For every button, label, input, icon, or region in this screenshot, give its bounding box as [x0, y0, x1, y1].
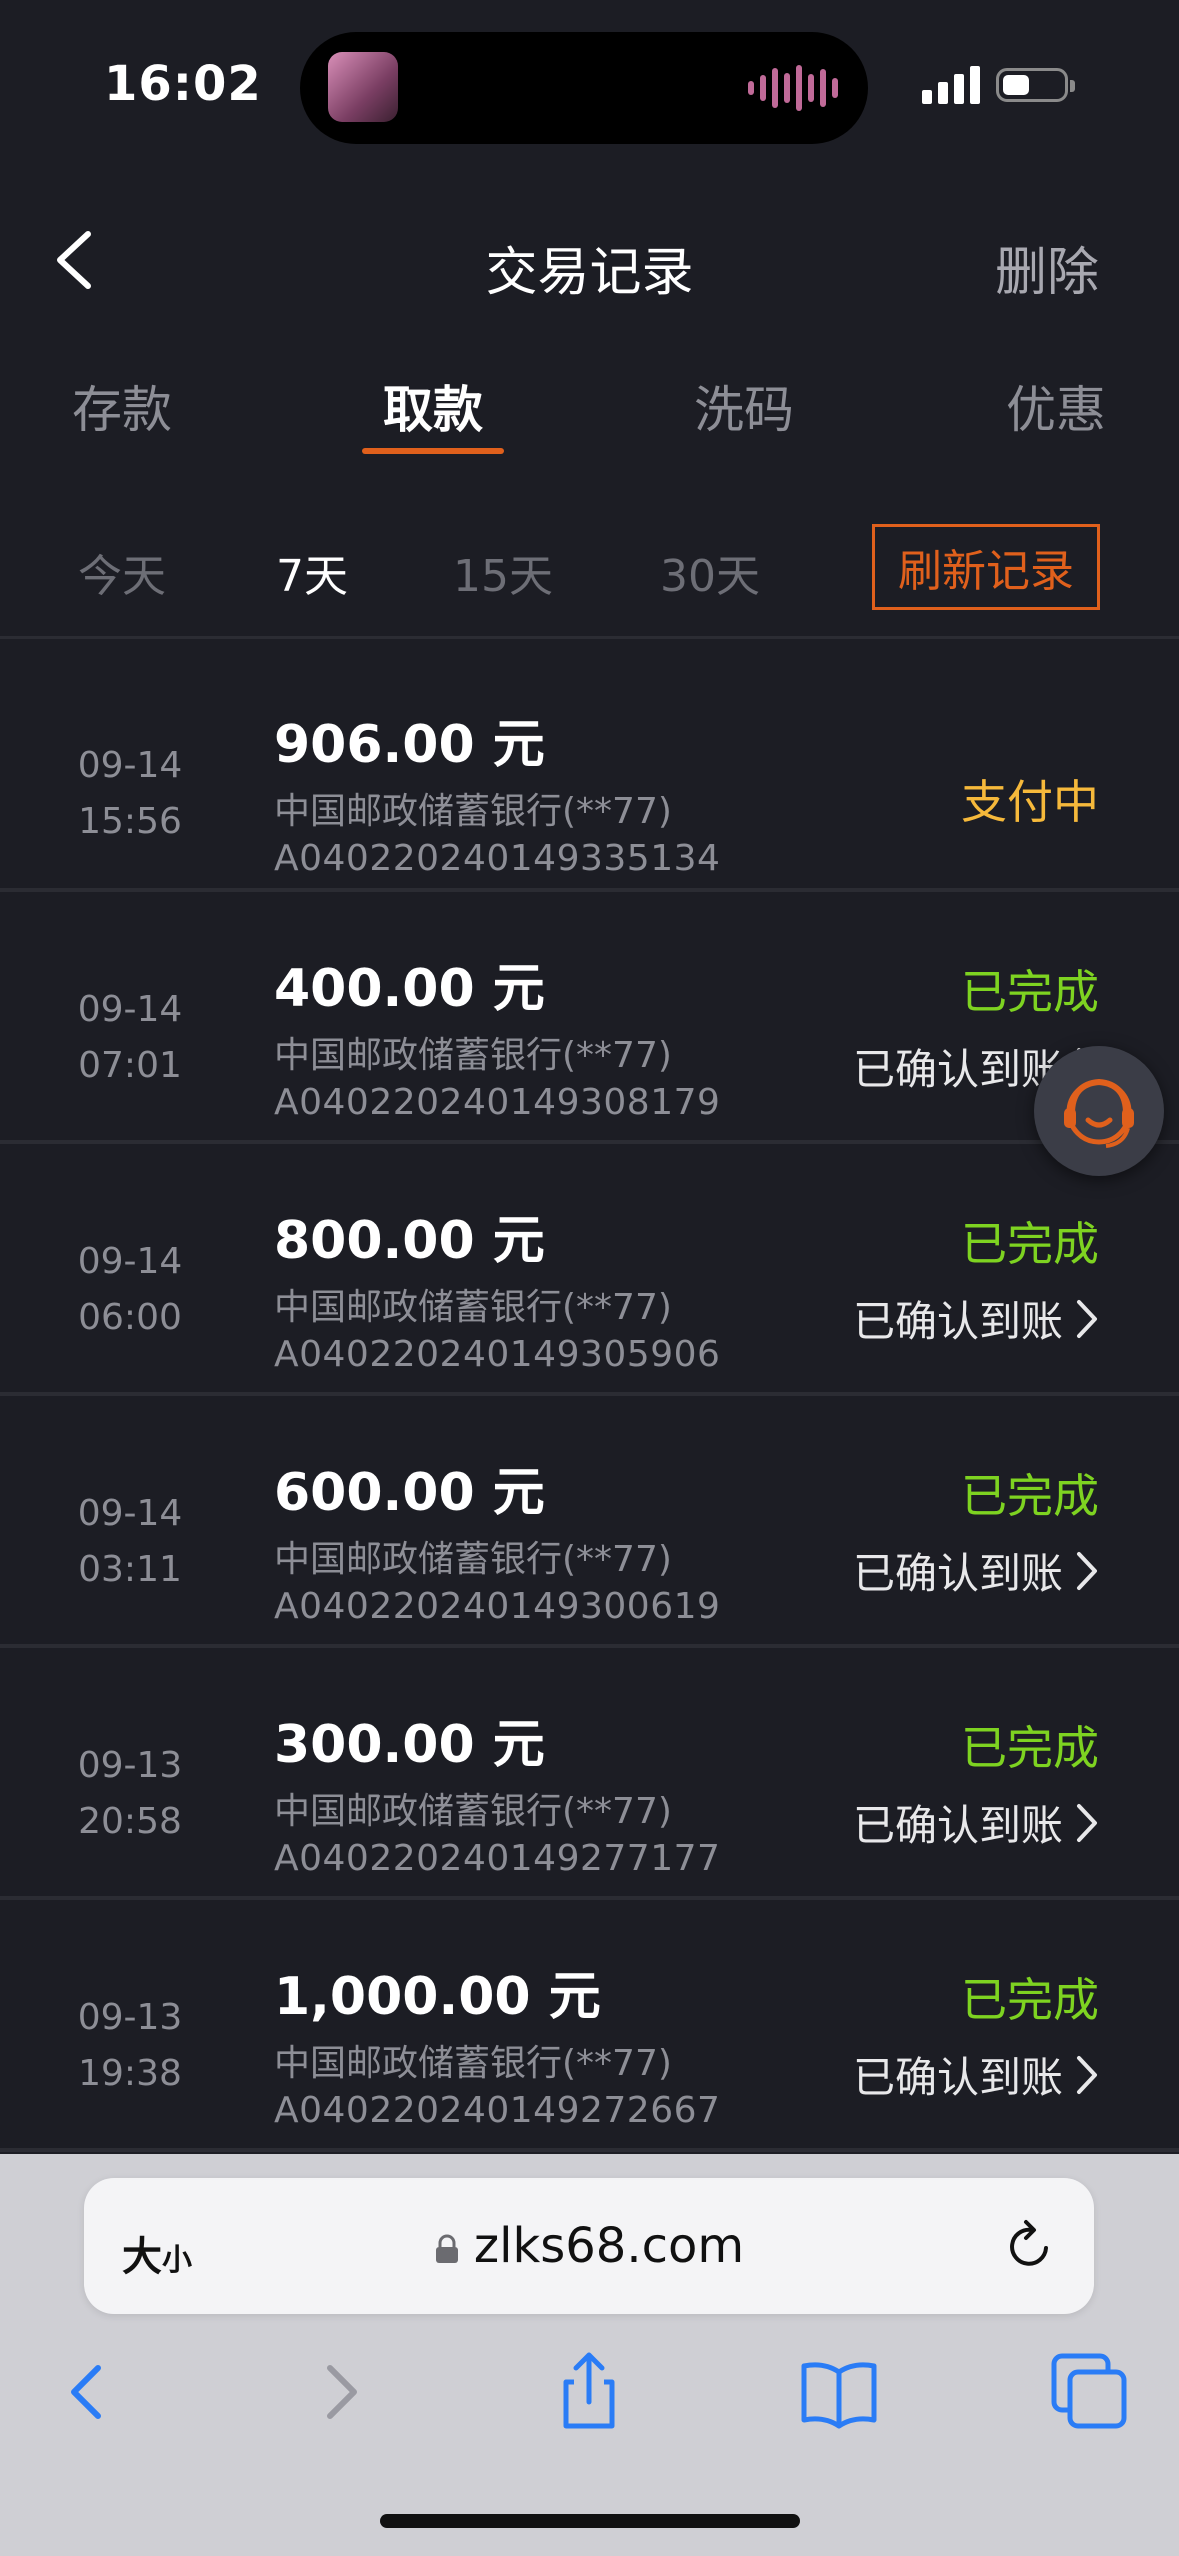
list-item[interactable]: 09-13 20:58 300.00 元 中国邮政储蓄银行(**77) A040…	[0, 1648, 1179, 1900]
browser-forward-button[interactable]	[296, 2346, 386, 2436]
record-date: 09-14	[77, 1493, 183, 1534]
tab-deposit[interactable]: 存款	[22, 370, 222, 442]
audio-waveform-icon	[748, 64, 838, 112]
confirm-receipt-link[interactable]: 已确认到账	[853, 1288, 1099, 1349]
bookmarks-button[interactable]	[794, 2346, 884, 2436]
chevron-right-icon	[1077, 1803, 1097, 1842]
list-item[interactable]: 09-14 06:00 800.00 元 中国邮政储蓄银行(**77) A040…	[0, 1144, 1179, 1396]
record-amount: 400.00 元	[274, 959, 545, 1019]
record-bank: 中国邮政储蓄银行(**77)	[274, 1791, 672, 1832]
record-time: 19:38	[78, 2053, 182, 2094]
reload-icon	[1010, 2220, 1048, 2266]
chevron-right-icon	[327, 2365, 357, 2419]
chevron-right-icon	[1077, 1551, 1097, 1590]
tabs-button[interactable]	[1044, 2346, 1134, 2436]
record-amount: 800.00 元	[274, 1211, 545, 1271]
record-bank: 中国邮政储蓄银行(**77)	[274, 1287, 672, 1328]
tab-withdraw[interactable]: 取款	[333, 370, 533, 442]
record-order-id: A040220240149277177	[274, 1838, 721, 1879]
confirm-label: 已确认到账	[852, 1045, 1063, 1094]
address-bar[interactable]: 大小 zlks68.com	[84, 2178, 1094, 2314]
confirm-label: 已确认到账	[852, 1549, 1063, 1598]
lock-icon	[435, 2234, 458, 2263]
now-playing-thumbnail	[328, 52, 398, 122]
filter-15-days[interactable]: 15天	[423, 540, 583, 604]
record-type-tabs: 存款 取款 洗码 优惠	[0, 370, 1179, 470]
record-time: 06:00	[78, 1297, 182, 1338]
filter-30-days[interactable]: 30天	[630, 540, 790, 604]
dynamic-island	[300, 32, 868, 144]
divider	[0, 636, 1179, 639]
record-order-id: A040220240149272667	[274, 2090, 721, 2131]
refresh-records-button[interactable]: 刷新记录	[872, 524, 1100, 610]
url-text: zlks68.com	[473, 2218, 745, 2274]
chevron-left-icon	[71, 2365, 101, 2419]
url-display[interactable]: zlks68.com	[84, 2218, 1094, 2274]
tab-rebate[interactable]: 洗码	[644, 370, 844, 442]
nav-bar: 交易记录 删除	[0, 200, 1179, 320]
filter-7-days[interactable]: 7天	[232, 540, 392, 604]
tabs-icon	[1051, 2353, 1127, 2429]
browser-back-button[interactable]	[42, 2346, 132, 2436]
date-filter: 今天 7天 15天 30天 刷新记录	[0, 520, 1179, 630]
status-bar: 16:02	[0, 0, 1179, 170]
tab-promotion[interactable]: 优惠	[956, 370, 1156, 442]
record-bank: 中国邮政储蓄银行(**77)	[274, 1539, 672, 1580]
record-amount: 906.00 元	[274, 715, 545, 775]
record-date: 09-13	[77, 1997, 183, 2038]
record-date: 09-14	[77, 989, 183, 1030]
status-badge: 已完成	[961, 1721, 1099, 1775]
share-button[interactable]	[544, 2346, 634, 2436]
record-amount: 300.00 元	[274, 1715, 545, 1775]
status-badge: 已完成	[961, 1469, 1099, 1523]
battery-icon	[996, 68, 1075, 102]
filter-today[interactable]: 今天	[42, 540, 202, 604]
record-time: 03:11	[78, 1549, 182, 1590]
status-badge: 支付中	[961, 775, 1099, 829]
record-bank: 中国邮政储蓄银行(**77)	[274, 791, 672, 832]
share-icon	[563, 2352, 615, 2429]
browser-toolbar	[0, 2346, 1179, 2466]
confirm-label: 已确认到账	[852, 1297, 1063, 1346]
list-item[interactable]: 09-14 07:01 400.00 元 中国邮政储蓄银行(**77) A040…	[0, 892, 1179, 1144]
record-bank: 中国邮政储蓄银行(**77)	[274, 1035, 672, 1076]
record-order-id: A040220240149335134	[274, 838, 721, 879]
home-indicator[interactable]	[380, 2514, 800, 2528]
record-amount: 1,000.00 元	[274, 1967, 601, 2027]
list-item[interactable]: 09-13 19:38 1,000.00 元 中国邮政储蓄银行(**77) A0…	[0, 1900, 1179, 2152]
record-date: 09-14	[77, 745, 183, 786]
confirm-label: 已确认到账	[852, 2053, 1063, 2102]
headset-icon	[1064, 1078, 1134, 1148]
confirm-receipt-link[interactable]: 已确认到账	[853, 2044, 1099, 2105]
delete-button[interactable]: 删除	[995, 230, 1099, 305]
confirm-receipt-link[interactable]: 已确认到账	[853, 1792, 1099, 1853]
record-date: 09-13	[77, 1745, 183, 1786]
record-order-id: A040220240149308179	[274, 1082, 721, 1123]
customer-service-button[interactable]	[1034, 1046, 1164, 1176]
record-bank: 中国邮政储蓄银行(**77)	[274, 2043, 672, 2084]
list-item[interactable]: 09-14 03:11 600.00 元 中国邮政储蓄银行(**77) A040…	[0, 1396, 1179, 1648]
transaction-list: 09-14 15:56 906.00 元 中国邮政储蓄银行(**77) A040…	[0, 640, 1179, 2152]
reload-button[interactable]	[1002, 2218, 1058, 2274]
record-order-id: A040220240149305906	[274, 1334, 721, 1375]
record-order-id: A040220240149300619	[274, 1586, 721, 1627]
record-date: 09-14	[77, 1241, 183, 1282]
chevron-right-icon	[1077, 2055, 1097, 2094]
book-icon	[801, 2362, 877, 2429]
browser-bar: 大小 zlks68.com	[0, 2154, 1179, 2556]
confirm-receipt-link[interactable]: 已确认到账	[853, 1540, 1099, 1601]
status-time: 16:02	[104, 56, 262, 112]
cellular-signal-icon	[922, 64, 980, 104]
active-tab-indicator	[362, 448, 504, 454]
record-amount: 600.00 元	[274, 1463, 545, 1523]
status-badge: 已完成	[961, 1217, 1099, 1271]
status-badge: 已完成	[961, 1973, 1099, 2027]
record-time: 07:01	[78, 1045, 182, 1086]
chevron-right-icon	[1077, 1299, 1097, 1338]
record-time: 15:56	[78, 801, 182, 842]
status-badge: 已完成	[961, 965, 1099, 1019]
list-item[interactable]: 09-14 15:56 906.00 元 中国邮政储蓄银行(**77) A040…	[0, 640, 1179, 892]
confirm-label: 已确认到账	[852, 1801, 1063, 1850]
record-time: 20:58	[78, 1801, 182, 1842]
